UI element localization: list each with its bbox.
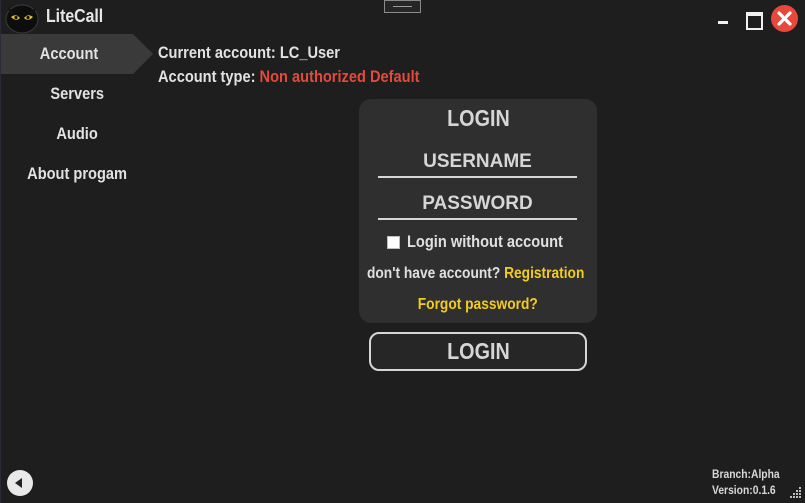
- sidebar-item-label: Audio: [56, 124, 98, 143]
- sidebar-item-servers[interactable]: Servers: [1, 74, 153, 114]
- title-bar[interactable]: LiteCall: [1, 0, 805, 34]
- login-without-account-checkbox[interactable]: [387, 235, 400, 249]
- username-input[interactable]: [378, 148, 577, 176]
- version-label: Version:0.1.6: [712, 483, 776, 497]
- branch-label: Branch:Alpha: [712, 467, 780, 481]
- drag-handle[interactable]: [384, 0, 421, 13]
- version-info: Branch:Alpha Version:0.1.6: [712, 466, 791, 498]
- account-type-label: Account type:: [158, 67, 260, 86]
- no-account-text: don't have account?: [367, 265, 501, 282]
- current-account-row: Current account: LC_User: [158, 41, 420, 65]
- current-account-label: Current account:: [158, 43, 280, 62]
- username-field: [378, 148, 577, 178]
- account-type-row: Account type: Non authorized Default: [158, 65, 420, 89]
- login-panel-title: LOGIN: [359, 105, 597, 132]
- login-without-account-row[interactable]: Login without account: [387, 231, 588, 253]
- password-field: [378, 190, 577, 220]
- registration-link[interactable]: Registration: [504, 265, 584, 282]
- sidebar-item-label: About progam: [27, 164, 127, 183]
- login-panel-title-text: LOGIN: [446, 105, 510, 131]
- account-type-value: Non authorized Default: [259, 67, 420, 86]
- back-button[interactable]: [7, 470, 33, 496]
- login-without-account-label: Login without account: [407, 232, 563, 251]
- sidebar-item-account[interactable]: Account: [1, 34, 153, 74]
- registration-row: don't have account? Registration: [367, 265, 620, 283]
- sidebar-item-about[interactable]: About progam: [1, 154, 153, 194]
- maximize-button[interactable]: [743, 8, 763, 30]
- account-info: Current account: LC_User Account type: N…: [158, 41, 462, 89]
- resize-grip-icon[interactable]: [790, 486, 802, 498]
- login-button[interactable]: LOGIN: [369, 332, 587, 371]
- current-account-value: LC_User: [279, 43, 340, 62]
- login-panel: LOGIN Login without account don't have a…: [359, 99, 597, 323]
- sidebar-item-audio[interactable]: Audio: [1, 114, 153, 154]
- sidebar: Account Servers Audio About progam: [1, 34, 153, 194]
- app-window: LiteCall Account Servers Audio About pro…: [0, 0, 805, 503]
- forgot-password-row: Forgot password?: [359, 296, 597, 314]
- owl-logo-icon: [5, 4, 39, 34]
- minimize-button[interactable]: [714, 8, 734, 28]
- close-icon: [777, 11, 792, 26]
- close-button[interactable]: [771, 5, 798, 32]
- sidebar-item-label: Account: [39, 44, 99, 63]
- password-input[interactable]: [378, 190, 577, 218]
- app-title: LiteCall: [46, 6, 104, 26]
- login-button-label: LOGIN: [446, 338, 510, 364]
- sidebar-item-label: Servers: [50, 84, 104, 103]
- forgot-password-link[interactable]: Forgot password?: [418, 296, 538, 314]
